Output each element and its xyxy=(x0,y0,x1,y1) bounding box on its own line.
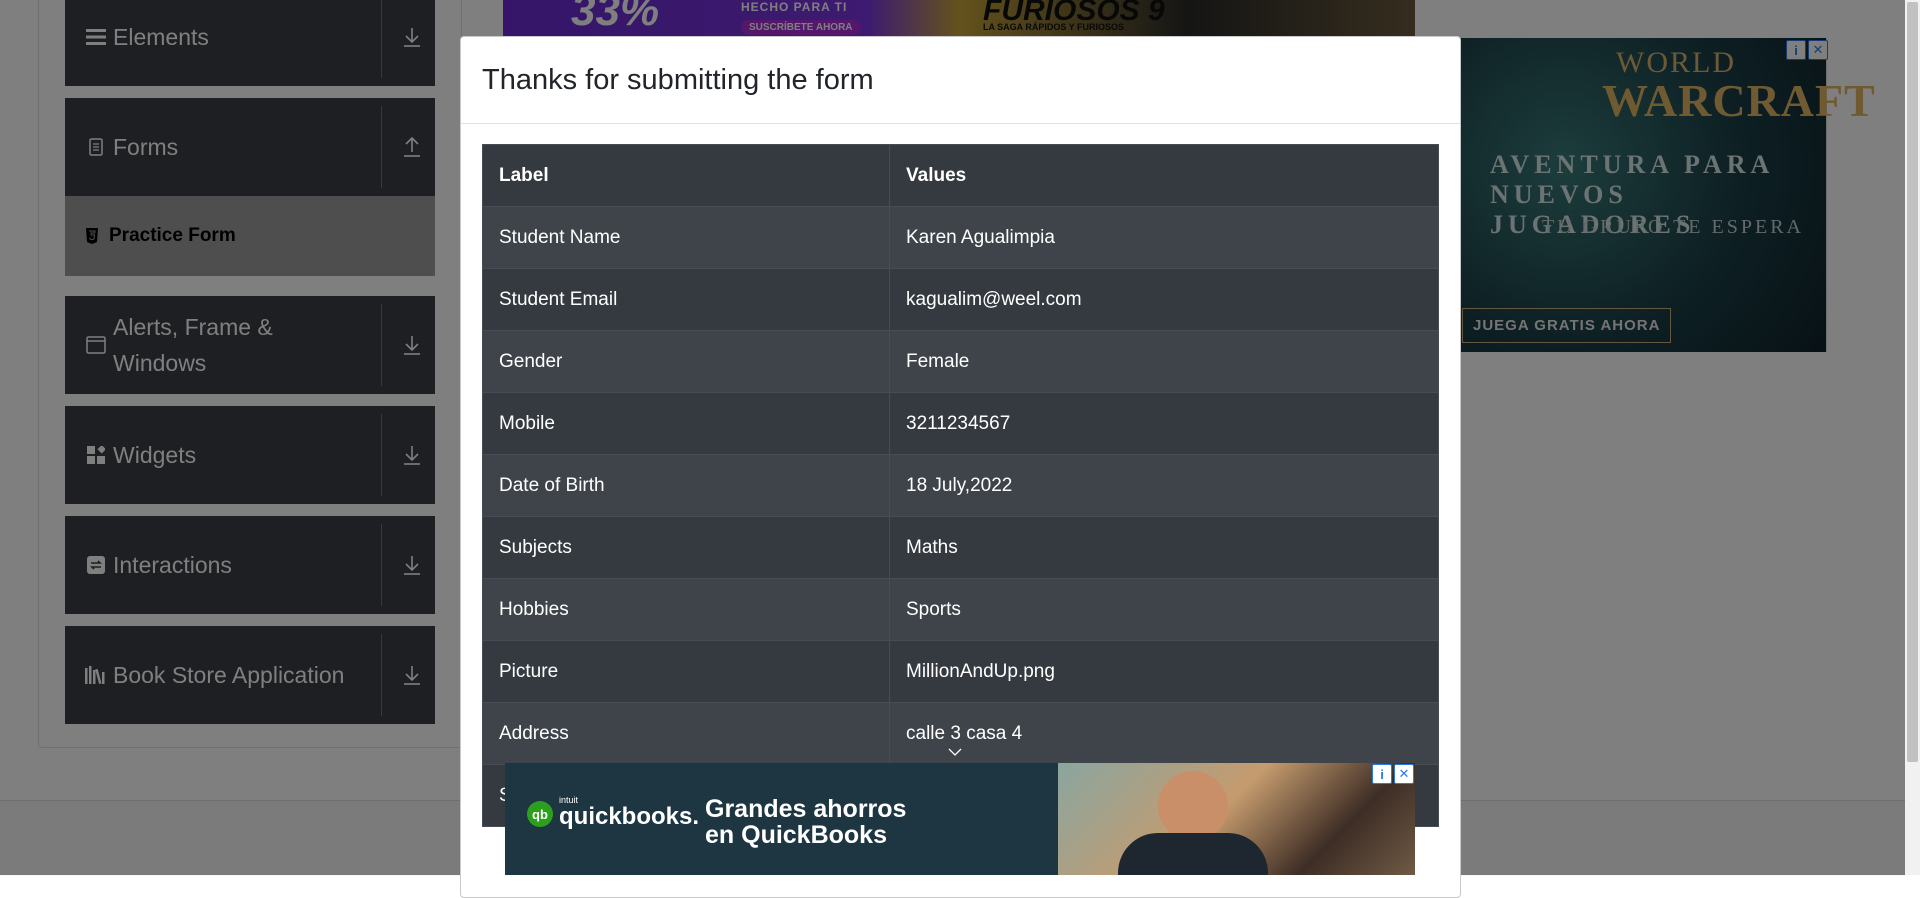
chevron-down-icon[interactable] xyxy=(948,744,962,756)
table-header-row: Label Values xyxy=(482,144,1439,207)
row-label: Student Email xyxy=(482,268,890,331)
row-value: Karen Agualimpia xyxy=(889,206,1439,269)
row-value: Maths xyxy=(889,516,1439,579)
page-scrollbar[interactable] xyxy=(1905,0,1920,875)
results-table: Label Values Student Name Karen Agualimp… xyxy=(482,144,1439,827)
bottom-banner-ad[interactable]: qb intuit quickbooks. Grandes ahorros en… xyxy=(505,763,1415,875)
ad-person-body xyxy=(1118,833,1268,875)
table-row: Subjects Maths xyxy=(482,516,1439,579)
ad-info-icon[interactable]: i xyxy=(1372,764,1392,784)
table-row: Hobbies Sports xyxy=(482,578,1439,641)
ad-headline-1: Grandes ahorros xyxy=(705,795,907,823)
table-row: Mobile 3211234567 xyxy=(482,392,1439,455)
column-header-values: Values xyxy=(889,144,1439,207)
ad-photo xyxy=(1058,763,1415,875)
bottom-ad-badges: i ✕ xyxy=(1372,764,1414,784)
row-label: Mobile xyxy=(482,392,890,455)
table-row: Date of Birth 18 July,2022 xyxy=(482,454,1439,517)
table-row: Picture MillionAndUp.png xyxy=(482,640,1439,703)
row-label: Subjects xyxy=(482,516,890,579)
modal-header: Thanks for submitting the form xyxy=(461,37,1460,124)
row-label: Date of Birth xyxy=(482,454,890,517)
quickbooks-logo-icon: qb xyxy=(527,801,553,827)
row-label: Address xyxy=(482,702,890,765)
column-header-label: Label xyxy=(482,144,890,207)
row-value: Sports xyxy=(889,578,1439,641)
ad-headline-2: en QuickBooks xyxy=(705,821,887,849)
ad-brand-name: quickbooks. xyxy=(559,803,700,830)
row-value: Female xyxy=(889,330,1439,393)
row-value: calle 3 casa 4 xyxy=(889,702,1439,765)
scrollbar-thumb[interactable] xyxy=(1907,2,1918,762)
row-value: kagualim@weel.com xyxy=(889,268,1439,331)
row-label: Hobbies xyxy=(482,578,890,641)
ad-close-icon[interactable]: ✕ xyxy=(1394,764,1414,784)
row-value: MillionAndUp.png xyxy=(889,640,1439,703)
row-value: 18 July,2022 xyxy=(889,454,1439,517)
table-row: Student Name Karen Agualimpia xyxy=(482,206,1439,269)
row-label: Gender xyxy=(482,330,890,393)
table-row: Student Email kagualim@weel.com xyxy=(482,268,1439,331)
row-value: 3211234567 xyxy=(889,392,1439,455)
row-label: Picture xyxy=(482,640,890,703)
modal-title: Thanks for submitting the form xyxy=(482,63,874,96)
table-row: Gender Female xyxy=(482,330,1439,393)
ad-person-head xyxy=(1158,771,1228,841)
row-label: Student Name xyxy=(482,206,890,269)
